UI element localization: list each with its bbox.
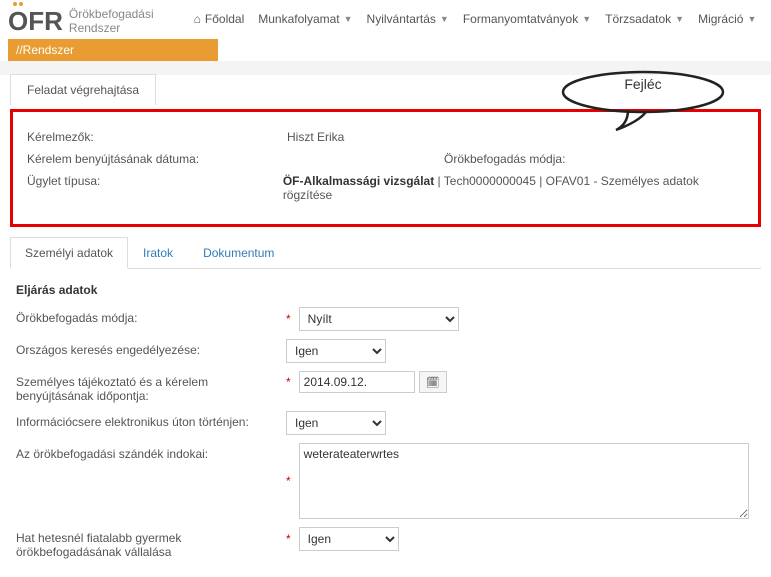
app-logo: OFR Örökbefogadási Rendszer (8, 6, 154, 37)
nav-migration[interactable]: Migráció▼ (698, 12, 756, 26)
tab-iratok[interactable]: Iratok (128, 237, 188, 268)
tab-dokumentum[interactable]: Dokumentum (188, 237, 289, 268)
required-icon: * (286, 312, 291, 326)
personal-info-label: Személyes tájékoztató és a kérelem benyú… (16, 371, 286, 403)
content-tabs: Személyi adatok Iratok Dokumentum (10, 237, 761, 269)
required-icon: * (286, 474, 291, 488)
sixweeks-label: Hat hetesnél fiatalabb gyermek örökbefog… (16, 527, 286, 559)
einfo-select[interactable]: Igen (286, 411, 386, 435)
national-search-label: Országos keresés engedélyezése: (16, 339, 286, 357)
calendar-button[interactable]: 🗓 (419, 371, 447, 393)
reasons-textarea[interactable]: weterateaterwrtes (299, 443, 749, 519)
calendar-icon: 🗓 (426, 376, 440, 389)
national-search-select[interactable]: Igen (286, 339, 386, 363)
breadcrumb-bar: //Rendszer (8, 39, 218, 61)
applicants-value: Hiszt Erika (287, 130, 344, 144)
adopt-mode-select[interactable]: Nyílt (299, 307, 459, 331)
nav-workflow[interactable]: Munkafolyamat▼ (258, 12, 352, 26)
required-icon: * (286, 375, 291, 389)
header-panel: Fejléc Kérelmezők: Hiszt Erika Kérelem b… (10, 109, 761, 227)
nav-forms[interactable]: Formanyomtatványok▼ (463, 12, 591, 26)
top-nav: ⌂Főoldal Munkafolyamat▼ Nyilvántartás▼ F… (194, 6, 757, 26)
submitdate-label: Kérelem benyújtásának dátuma: (27, 152, 287, 166)
adopt-mode-label: Örökbefogadás módja: (16, 307, 286, 325)
tab-personal[interactable]: Személyi adatok (10, 237, 128, 269)
required-icon: * (286, 532, 291, 546)
adoptmode-header-label: Örökbefogadás módja: (444, 152, 744, 166)
chevron-down-icon: ▼ (440, 14, 449, 24)
annotation-text: Fejléc (558, 76, 728, 92)
nav-registry[interactable]: Nyilvántartás▼ (367, 12, 449, 26)
casetype-strong: ÖF-Alkalmassági vizsgálat (283, 174, 434, 188)
casetype-label: Ügylet típusa: (27, 174, 283, 202)
nav-home[interactable]: ⌂Főoldal (194, 12, 245, 26)
applicants-label: Kérelmezők: (27, 130, 287, 144)
home-icon: ⌂ (194, 12, 201, 26)
chevron-down-icon: ▼ (747, 14, 756, 24)
section-title: Eljárás adatok (16, 283, 761, 297)
chevron-down-icon: ▼ (344, 14, 353, 24)
personal-info-date[interactable] (299, 371, 415, 393)
sixweeks-select[interactable]: Igen (299, 527, 399, 551)
annotation-bubble: Fejléc (558, 70, 728, 136)
task-tab-button[interactable]: Feladat végrehajtása (10, 74, 156, 105)
chevron-down-icon: ▼ (582, 14, 591, 24)
nav-masterdata[interactable]: Törzsadatok▼ (605, 12, 684, 26)
reasons-label: Az örökbefogadási szándék indokai: (16, 443, 286, 461)
logo-sub2: Rendszer (69, 22, 154, 36)
chevron-down-icon: ▼ (675, 14, 684, 24)
logo-sub1: Örökbefogadási (69, 8, 154, 22)
einfo-label: Információcsere elektronikus úton történ… (16, 411, 286, 429)
